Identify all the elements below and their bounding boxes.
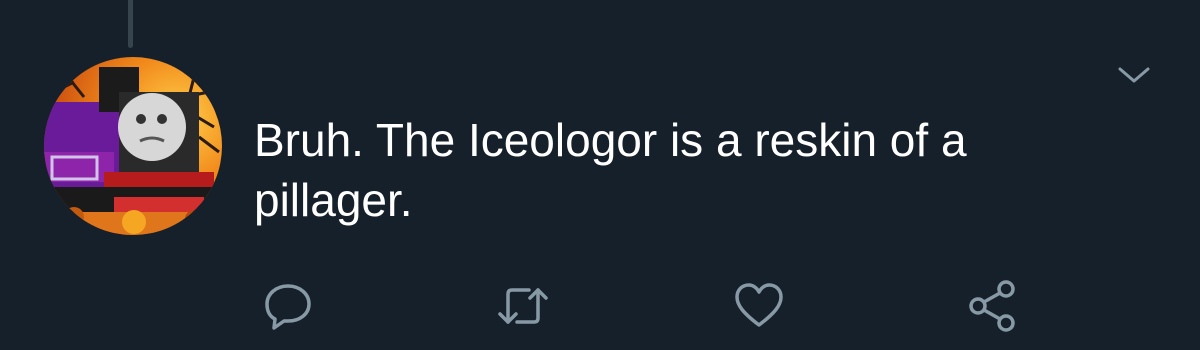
tweet-actions-bar [0,278,1200,338]
share-button[interactable] [963,278,1023,334]
more-options-button[interactable] [1110,55,1158,95]
avatar-image [44,57,222,235]
thread-connector-line [128,0,133,48]
retweet-icon [498,288,548,324]
tweet-text: Bruh. The Iceologor is a reskin of a pil… [254,114,967,226]
chevron-down-icon [1118,67,1150,83]
profile-avatar[interactable] [44,57,222,235]
share-icon [969,280,1015,332]
heart-icon [735,283,783,327]
retweet-button[interactable] [493,278,553,334]
reply-icon [265,284,311,330]
reply-button[interactable] [258,278,318,334]
like-button[interactable] [729,278,789,334]
tweet-card[interactable]: Bruh. The Iceologor is a reskin of a pil… [0,0,1200,350]
